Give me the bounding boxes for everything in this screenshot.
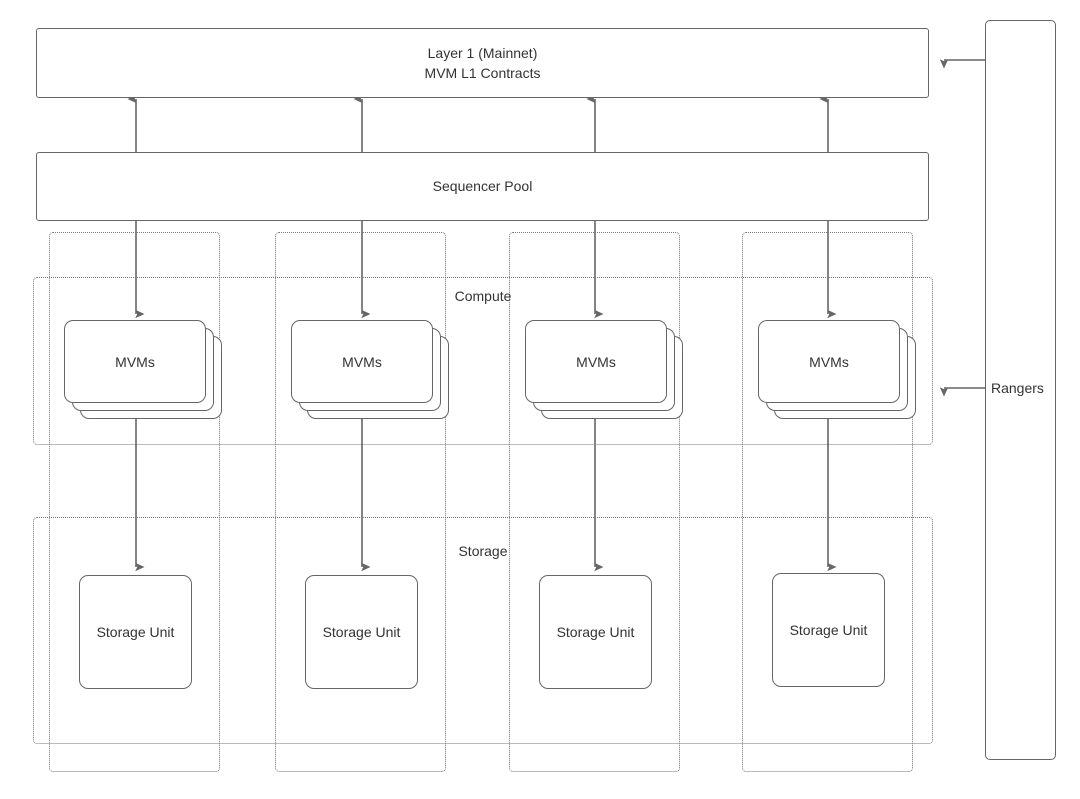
storage-unit-1[interactable]: Storage Unit: [79, 575, 192, 689]
storage-unit-2[interactable]: Storage Unit: [305, 575, 418, 689]
storage-unit-label: Storage Unit: [556, 623, 635, 640]
mvm-stack-2[interactable]: MVMs: [291, 320, 449, 420]
mvm-card-front[interactable]: MVMs: [64, 320, 206, 403]
mvm-card-front[interactable]: MVMs: [525, 320, 667, 403]
storage-unit-4[interactable]: Storage Unit: [772, 573, 885, 687]
compute-band-label: Compute: [454, 288, 512, 304]
storage-unit-label: Storage Unit: [322, 623, 401, 640]
storage-unit-3[interactable]: Storage Unit: [539, 575, 652, 689]
storage-unit-label: Storage Unit: [96, 623, 175, 640]
mvm-label: MVMs: [342, 353, 382, 370]
sequencer-pool-label: Sequencer Pool: [432, 178, 533, 195]
layer-1-label: Layer 1 (Mainnet) MVM L1 Contracts: [424, 44, 541, 81]
storage-unit-label: Storage Unit: [789, 621, 868, 638]
sequencer-pool-box[interactable]: Sequencer Pool: [36, 152, 929, 221]
mvm-card-front[interactable]: MVMs: [291, 320, 433, 403]
storage-band-label: Storage: [458, 543, 508, 559]
mvm-label: MVMs: [576, 353, 616, 370]
rangers-label: Rangers: [991, 380, 1044, 396]
mvm-stack-1[interactable]: MVMs: [64, 320, 222, 420]
mvm-label: MVMs: [809, 353, 849, 370]
mvm-stack-4[interactable]: MVMs: [758, 320, 916, 420]
mvm-card-front[interactable]: MVMs: [758, 320, 900, 403]
mvm-label: MVMs: [115, 353, 155, 370]
layer-1-box[interactable]: Layer 1 (Mainnet) MVM L1 Contracts: [36, 28, 929, 98]
diagram-canvas: Layer 1 (Mainnet) MVM L1 Contracts Seque…: [0, 0, 1080, 799]
mvm-stack-3[interactable]: MVMs: [525, 320, 683, 420]
